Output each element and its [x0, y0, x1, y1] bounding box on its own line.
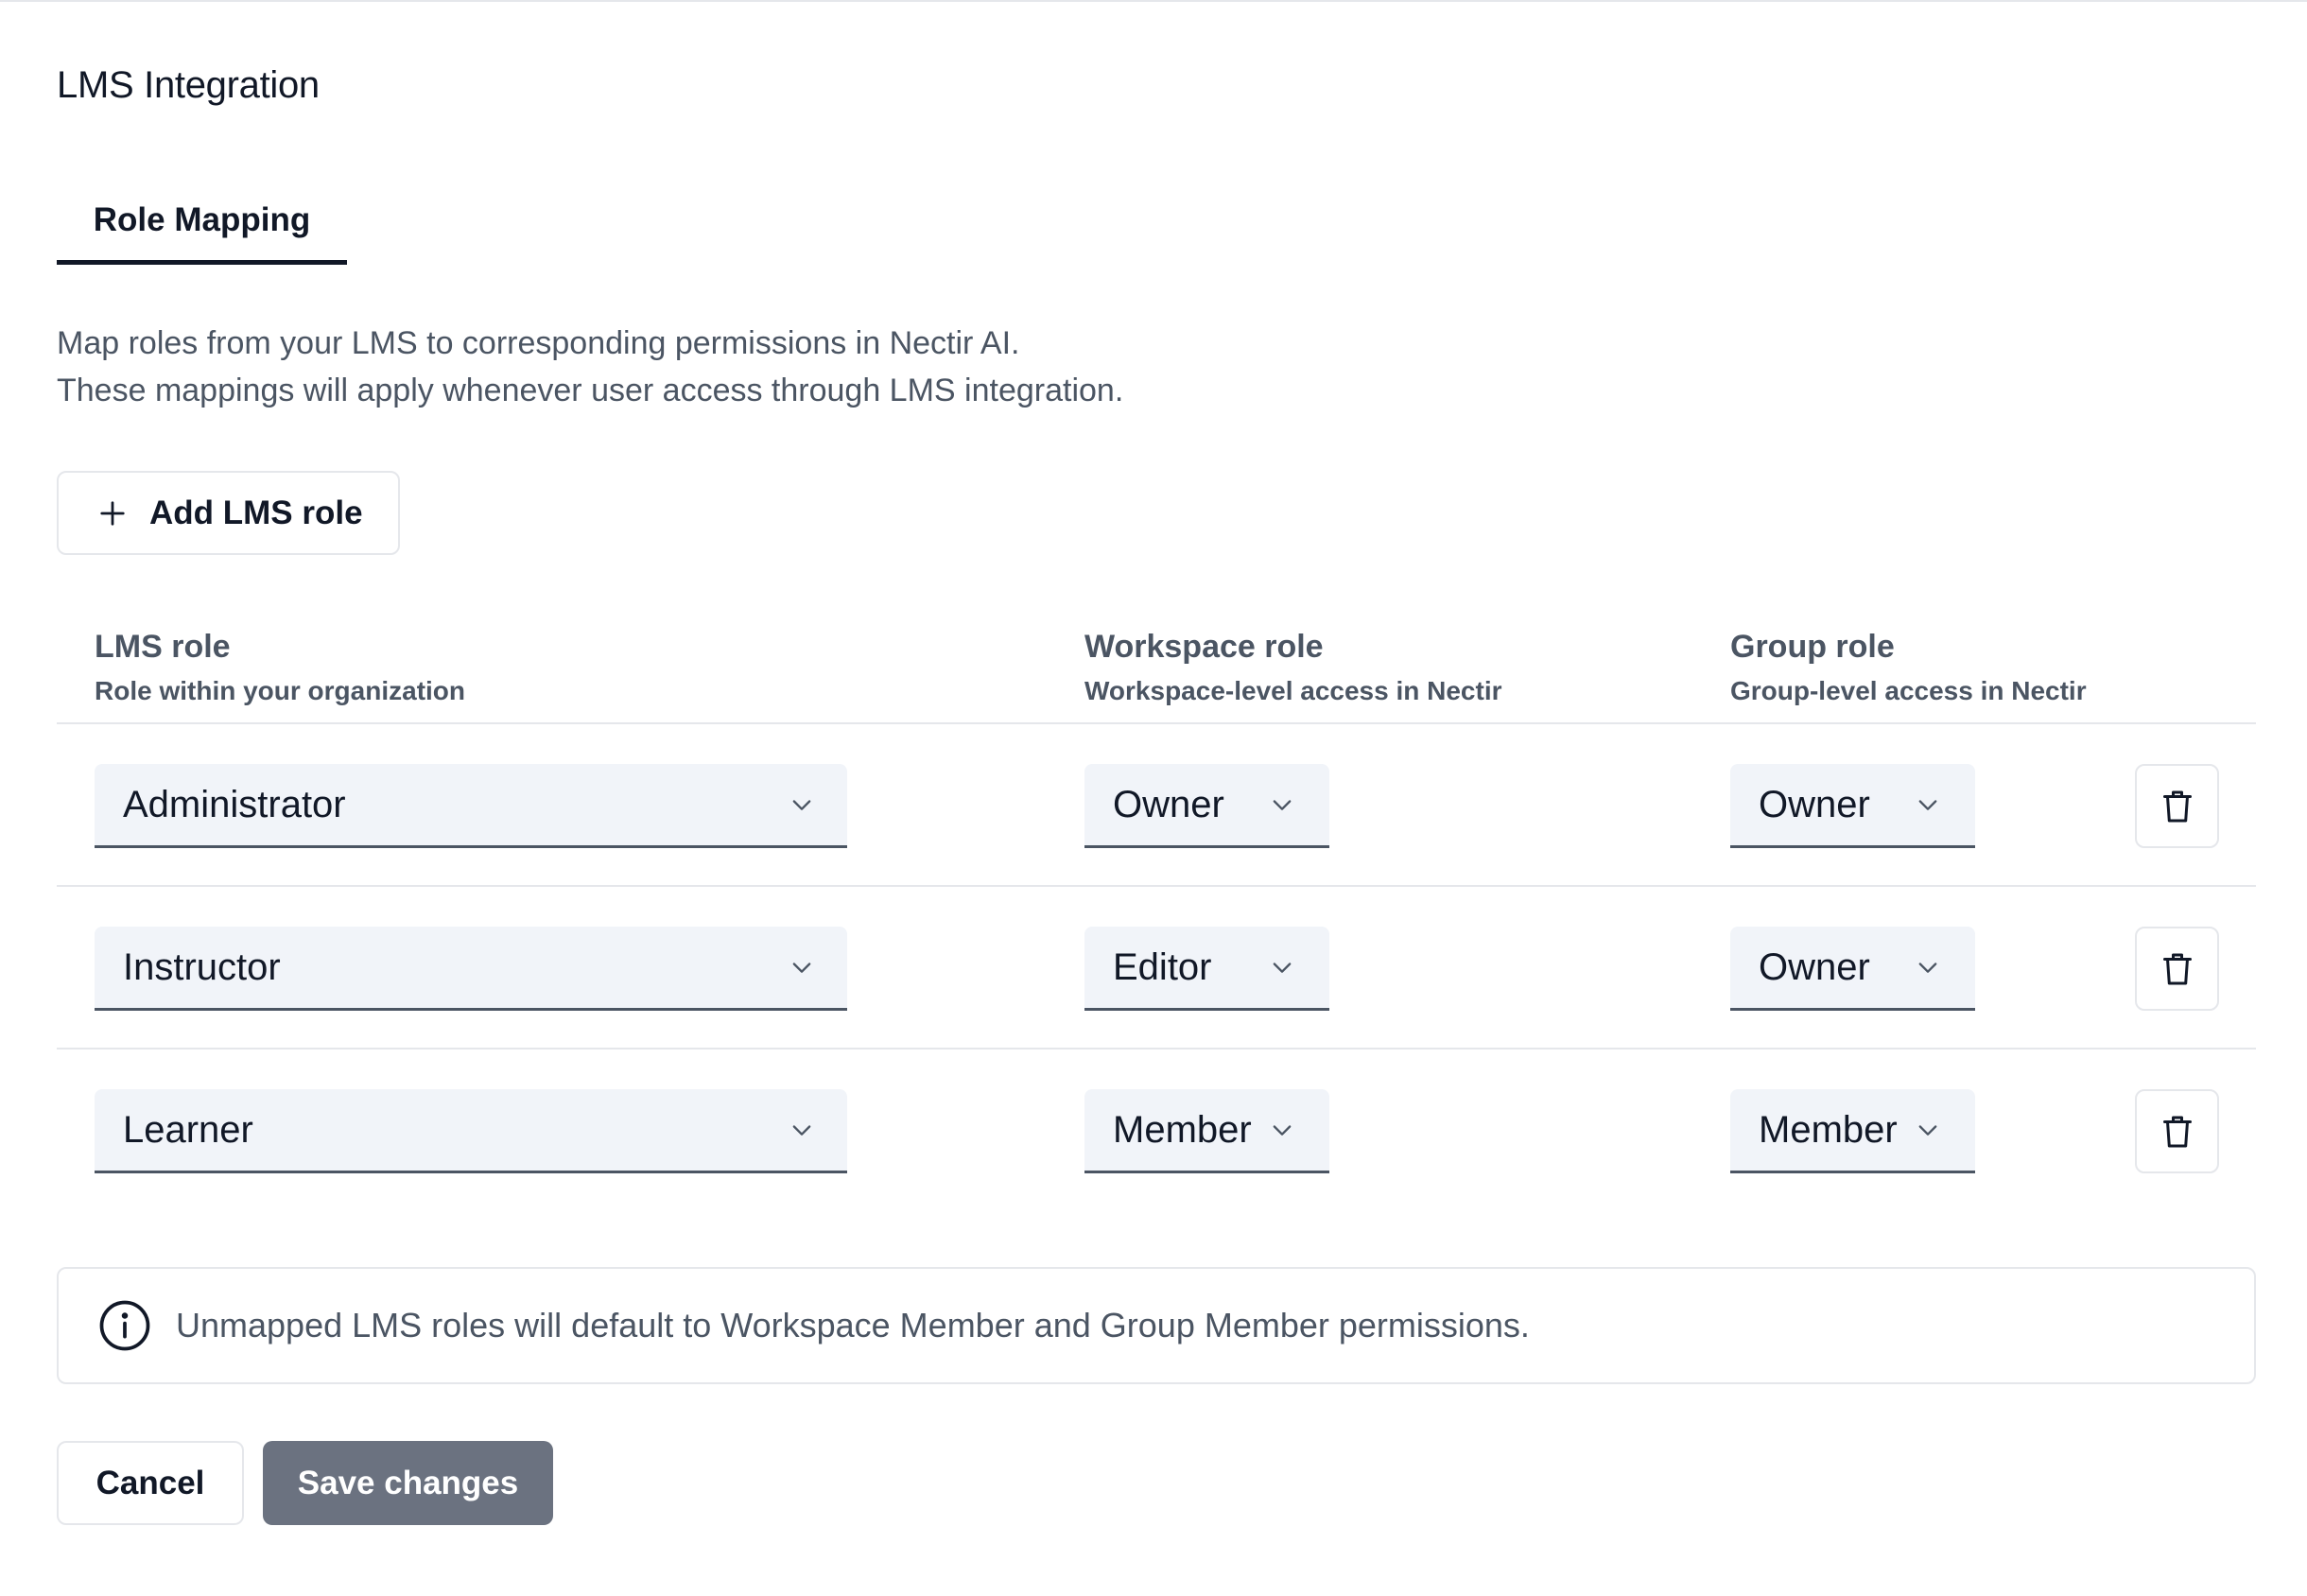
tab-bar: Role Mapping [57, 183, 2255, 265]
plus-icon [100, 500, 125, 526]
info-notice-text: Unmapped LMS roles will default to Works… [176, 1306, 1530, 1344]
add-lms-role-label: Add LMS role [149, 494, 363, 531]
add-lms-role-button[interactable]: Add LMS role [57, 471, 400, 555]
trash-icon [2162, 1116, 2192, 1147]
select-value: Learner [123, 1108, 253, 1151]
page-title: LMS Integration [57, 64, 320, 106]
chevron-down-icon [1918, 800, 1937, 810]
chevron-down-icon [792, 1125, 811, 1136]
select-value: Instructor [123, 945, 281, 988]
chevron-down-icon [1918, 963, 1937, 973]
row-divider [57, 885, 2256, 887]
select-value: Owner [1759, 783, 1870, 825]
row-divider [57, 1048, 2256, 1050]
select-value: Member [1113, 1108, 1252, 1151]
select-value: Owner [1113, 783, 1224, 825]
delete-row-button[interactable] [2135, 1089, 2219, 1173]
select-value: Administrator [123, 783, 346, 825]
column-title: LMS role [95, 629, 231, 665]
description-line-2: These mappings will apply whenever user … [57, 373, 1124, 408]
chevron-down-icon [792, 800, 811, 810]
table-divider [57, 722, 2256, 724]
group-role-select[interactable]: Owner [1730, 764, 1975, 848]
tab-role-mapping[interactable]: Role Mapping [57, 183, 347, 265]
chevron-down-icon [1273, 963, 1292, 973]
info-icon [99, 1300, 150, 1351]
chevron-down-icon [1273, 1125, 1292, 1136]
save-changes-button[interactable]: Save changes [263, 1441, 553, 1525]
lms-integration-page: LMS Integration Role Mapping Map roles f… [0, 0, 2307, 1596]
description: Map roles from your LMS to corresponding… [57, 320, 1123, 414]
select-value: Member [1759, 1108, 1898, 1151]
workspace-role-select[interactable]: Editor [1084, 927, 1329, 1011]
description-line-1: Map roles from your LMS to corresponding… [57, 325, 1020, 361]
workspace-role-select[interactable]: Owner [1084, 764, 1329, 848]
lms-role-select[interactable]: Instructor [95, 927, 847, 1011]
group-role-select[interactable]: Owner [1730, 927, 1975, 1011]
chevron-down-icon [1273, 800, 1292, 810]
lms-role-select[interactable]: Administrator [95, 764, 847, 848]
column-title: Workspace role [1084, 629, 1324, 665]
column-title: Group role [1730, 629, 1895, 665]
column-subtitle: Role within your organization [95, 676, 465, 705]
chevron-down-icon [1918, 1125, 1937, 1136]
select-value: Editor [1113, 945, 1212, 988]
column-subtitle: Group-level access in Nectir [1730, 676, 2087, 705]
delete-row-button[interactable] [2135, 927, 2219, 1011]
column-subtitle: Workspace-level access in Nectir [1084, 676, 1502, 705]
column-header-workspace-role: Workspace role Workspace-level access in… [1084, 626, 1502, 709]
lms-role-select[interactable]: Learner [95, 1089, 847, 1173]
column-header-lms-role: LMS role Role within your organization [95, 626, 465, 709]
cancel-button[interactable]: Cancel [57, 1441, 244, 1525]
group-role-select[interactable]: Member [1730, 1089, 1975, 1173]
chevron-down-icon [792, 963, 811, 973]
workspace-role-select[interactable]: Member [1084, 1089, 1329, 1173]
trash-icon [2162, 790, 2192, 822]
column-header-group-role: Group role Group-level access in Nectir [1730, 626, 2087, 709]
info-notice: Unmapped LMS roles will default to Works… [57, 1267, 2256, 1384]
select-value: Owner [1759, 945, 1870, 988]
trash-icon [2162, 953, 2192, 984]
delete-row-button[interactable] [2135, 764, 2219, 848]
